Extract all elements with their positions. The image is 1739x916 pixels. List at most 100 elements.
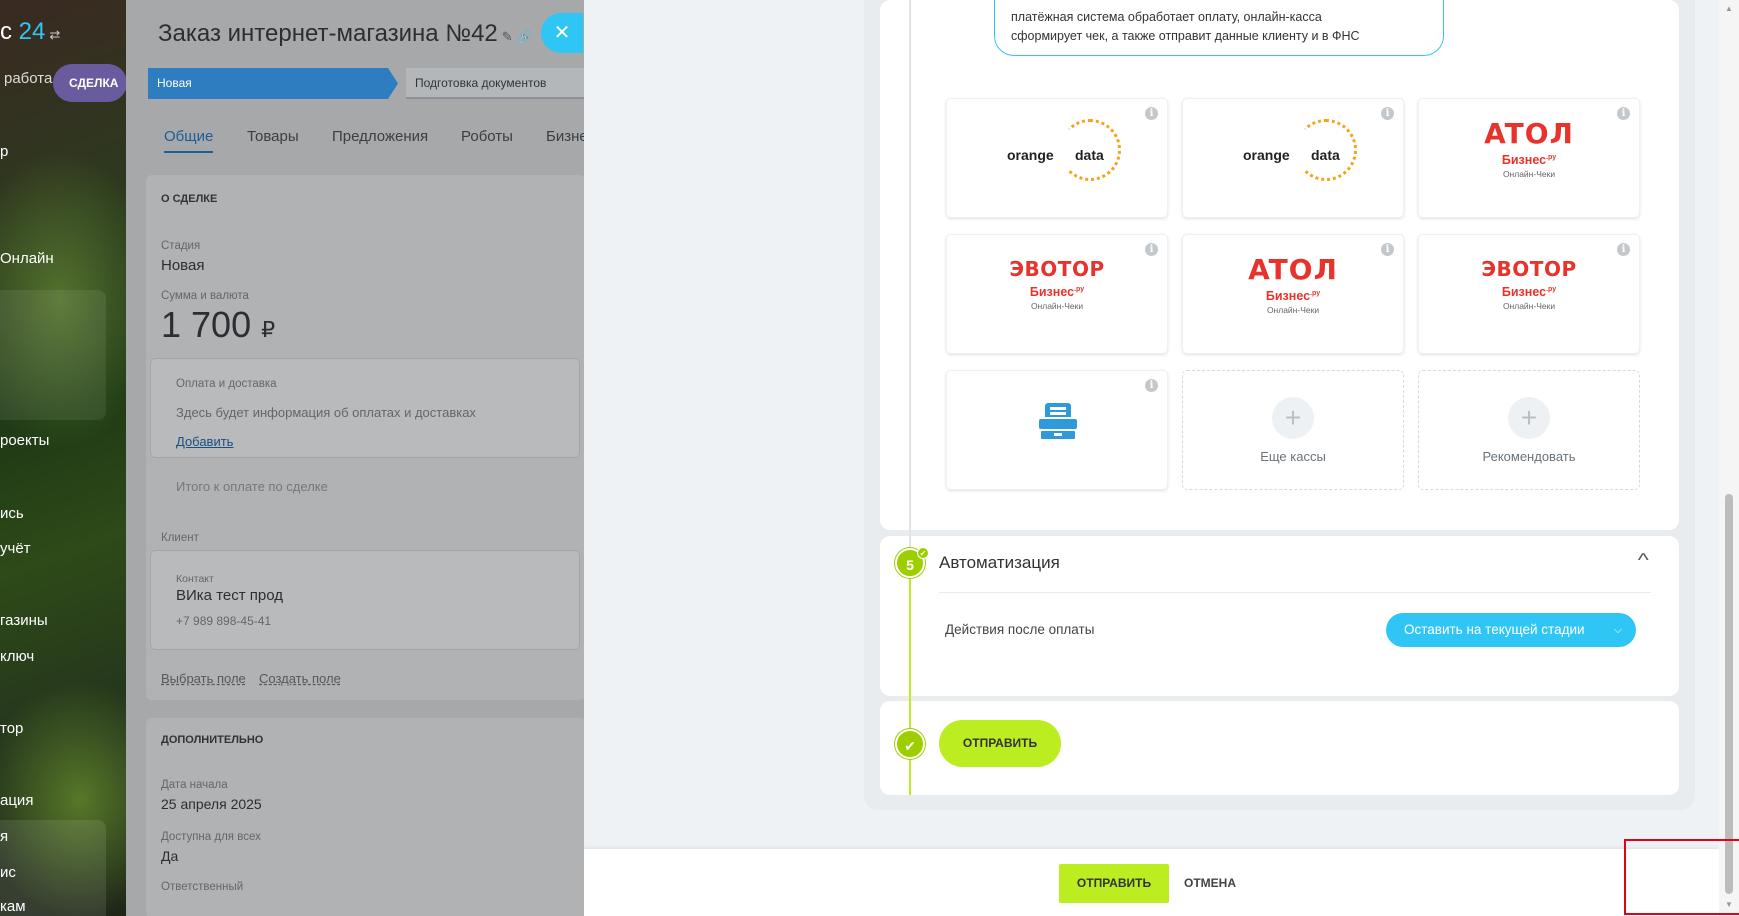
contact-label: Контакт xyxy=(176,573,214,585)
bubble-line: сформирует чек, а также отправит данные … xyxy=(1011,29,1360,43)
deal-pill[interactable]: СДЕЛКА xyxy=(53,64,126,102)
after-payment-select[interactable]: Оставить на текущей стадии ⌵ xyxy=(1386,613,1636,647)
contact-phone[interactable]: +7 989 898-45-41 xyxy=(176,614,271,628)
edit-link-icons[interactable]: ✎ 🔗 xyxy=(502,29,533,44)
send-step-button[interactable]: ОТПРАВИТЬ xyxy=(939,720,1061,767)
stage-new[interactable]: Новая xyxy=(148,68,398,99)
section-about: О СДЕЛКЕ xyxy=(161,193,218,205)
evotor-logo: ЭВОТОР xyxy=(1009,257,1105,281)
steps-timeline xyxy=(909,0,911,795)
cancel-button[interactable]: ОТМЕНА xyxy=(1184,864,1236,903)
menu-item-accounting[interactable]: учёт xyxy=(0,540,31,557)
orange-data-logo: orange data xyxy=(1243,119,1363,181)
deal-title: Заказ интернет-магазина №42 ✎ 🔗 xyxy=(158,20,532,48)
menu-item[interactable]: ись xyxy=(0,505,24,522)
more-cashboxes-tile[interactable]: + Еще кассы xyxy=(1182,370,1404,490)
tab-general[interactable]: Общие xyxy=(164,128,214,153)
amount-value: 1 700 ₽ xyxy=(161,304,275,346)
cashbox-evotor[interactable]: i ЭВОТОР Бизнес.ру Онлайн-Чеки xyxy=(1418,234,1640,354)
logo-text: orange xyxy=(1243,147,1290,163)
check-icon: ✔ xyxy=(895,729,925,759)
menu-item-projects[interactable]: роекты xyxy=(0,432,49,449)
close-slider-button[interactable]: ✕ xyxy=(541,13,583,53)
info-icon[interactable]: i xyxy=(1381,107,1394,120)
amount-number: 1 700 xyxy=(161,304,252,345)
left-menu: с 24 ⇄ работа СДЕЛКА р Онлайн роекты ись … xyxy=(0,0,126,916)
stage-docs[interactable]: Подготовка документов xyxy=(406,68,584,99)
tab-business[interactable]: Бизне xyxy=(546,128,584,145)
menu-item[interactable]: кам xyxy=(0,898,26,915)
payment-add-link[interactable]: Добавить xyxy=(176,434,233,449)
send-button[interactable]: ОТПРАВИТЬ xyxy=(1059,864,1169,903)
choose-field-link[interactable]: Выбрать поле xyxy=(161,671,246,686)
brand-sup: .ру xyxy=(1310,289,1321,297)
access-label: Доступна для всех xyxy=(161,831,261,843)
switch-icon[interactable]: ⇄ xyxy=(49,27,60,42)
highlight-frame xyxy=(1624,839,1739,915)
chevron-down-icon: ⌵ xyxy=(1613,624,1622,636)
menu-item[interactable]: ация xyxy=(0,792,33,809)
brand-sub2: Онлайн-Чеки xyxy=(1502,301,1556,311)
menu-item-online[interactable]: Онлайн xyxy=(0,250,54,267)
slider-footer: ОТПРАВИТЬ ОТМЕНА xyxy=(584,849,1719,916)
cashbox-evotor[interactable]: i ЭВОТОР Бизнес.ру Онлайн-Чеки xyxy=(946,234,1168,354)
cashbox-atol[interactable]: i ATOЛ Бизнес.ру Онлайн-Чеки xyxy=(1418,98,1640,218)
plus-icon: + xyxy=(1272,397,1314,439)
logo-text: с xyxy=(0,18,12,45)
brand-sub-text: Бизнес xyxy=(1501,285,1547,299)
tab-robots[interactable]: Роботы xyxy=(461,128,513,145)
payment-label: Оплата и доставка xyxy=(176,378,277,390)
info-icon[interactable]: i xyxy=(1145,379,1158,392)
cashbox-orange-data[interactable]: i orange data xyxy=(1182,98,1404,218)
after-payment-label: Действия после оплаты xyxy=(945,622,1095,637)
total-label: Итого к оплате по сделке xyxy=(176,479,328,494)
start-label: Дата начала xyxy=(161,779,228,791)
more-cashboxes-label: Еще кассы xyxy=(1260,449,1326,464)
bubble-line: платёжная система обработает оплату, онл… xyxy=(1011,10,1322,24)
logo-text: orange xyxy=(1007,147,1054,163)
menu-item[interactable]: ключ xyxy=(0,648,34,665)
menu-item[interactable]: тор xyxy=(0,720,23,737)
section-extra: ДОПОЛНИТЕЛЬНО xyxy=(161,734,264,746)
brand-sub2: Онлайн-Чеки xyxy=(1502,169,1556,179)
info-icon[interactable]: i xyxy=(1145,243,1158,256)
recommend-tile[interactable]: + Рекомендовать xyxy=(1418,370,1640,490)
bitrix-logo[interactable]: с 24 ⇄ xyxy=(0,18,60,46)
menu-item[interactable]: р xyxy=(0,143,8,160)
scroll-up-icon[interactable]: ▲ xyxy=(1725,4,1733,13)
menu-item[interactable]: я xyxy=(0,828,8,845)
info-icon[interactable]: i xyxy=(1145,107,1158,120)
stage-label: Стадия xyxy=(161,240,201,252)
payment-text: Здесь будет информация об оплатах и дост… xyxy=(176,405,476,420)
cashbox-atol[interactable]: i ATOЛ Бизнес.ру Онлайн-Чеки xyxy=(1182,234,1404,354)
amount-label: Сумма и валюта xyxy=(161,290,249,302)
client-label: Клиент xyxy=(161,532,199,544)
menu-item-shops[interactable]: газины xyxy=(0,612,48,629)
logo-text: data xyxy=(1311,147,1340,163)
contact-name[interactable]: ВИка тест прод xyxy=(176,587,283,604)
stage-value: Новая xyxy=(161,257,205,274)
tab-offers[interactable]: Предложения xyxy=(332,128,428,145)
atol-logo: ATOЛ xyxy=(1248,253,1338,286)
tab-products[interactable]: Товары xyxy=(247,128,299,145)
create-field-link[interactable]: Создать поле xyxy=(259,671,341,686)
logo-text: data xyxy=(1075,147,1104,163)
cashbox-orange-data[interactable]: i orange data xyxy=(946,98,1168,218)
deal-title-text: Заказ интернет-магазина №42 xyxy=(158,20,498,47)
menu-item[interactable]: ис xyxy=(0,864,16,881)
scrollbar-thumb[interactable] xyxy=(1725,494,1733,894)
orange-data-logo: orange data xyxy=(1007,119,1127,181)
evotor-logo: ЭВОТОР xyxy=(1481,257,1577,281)
responsible-label: Ответственный xyxy=(161,881,244,893)
currency: ₽ xyxy=(261,317,276,342)
scrollbar[interactable]: ▲ ▼ xyxy=(1719,0,1739,916)
menu-subtitle: работа xyxy=(4,70,53,87)
menu-highlight xyxy=(0,290,106,420)
info-icon[interactable]: i xyxy=(1617,243,1630,256)
cashbox-register[interactable]: i xyxy=(946,370,1168,490)
divider xyxy=(939,592,1651,593)
collapse-chevron-icon[interactable]: ^ xyxy=(1638,550,1649,571)
logo-number: 24 xyxy=(18,18,46,45)
check-icon: ✔ xyxy=(917,547,929,559)
brand-sub: Бизнес.ру xyxy=(1419,285,1639,299)
